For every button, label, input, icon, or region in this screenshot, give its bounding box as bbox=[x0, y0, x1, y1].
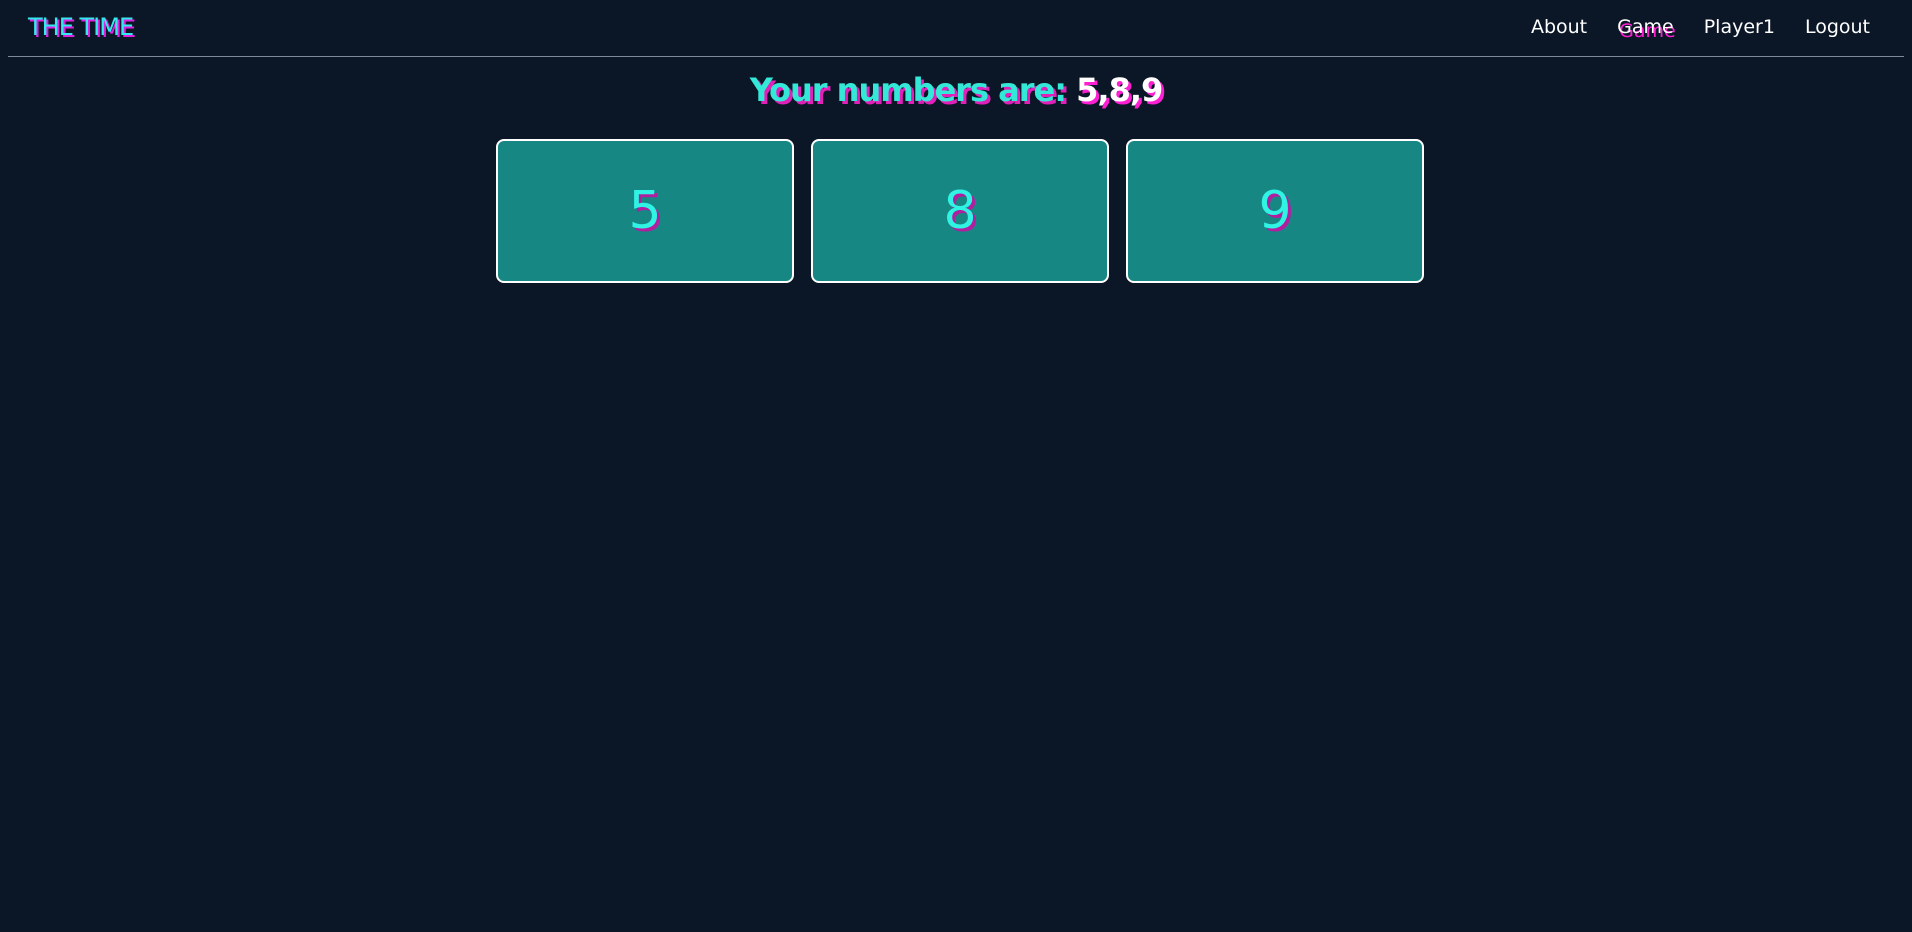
nav-link-game[interactable]: Game bbox=[1617, 16, 1674, 38]
number-cards: 5 8 9 bbox=[496, 139, 1424, 283]
number-card-value: 9 bbox=[1258, 181, 1292, 241]
nav-links: About Game Player1 Logout bbox=[1531, 16, 1870, 38]
number-card[interactable]: 9 bbox=[1126, 139, 1424, 283]
navbar: THE TIME About Game Player1 Logout bbox=[8, 0, 1904, 57]
brand-logo[interactable]: THE TIME bbox=[28, 13, 134, 41]
number-card[interactable]: 8 bbox=[811, 139, 1109, 283]
heading-numbers: 5,8,9 bbox=[1076, 71, 1163, 109]
nav-link-logout[interactable]: Logout bbox=[1805, 16, 1870, 38]
page-title: Your numbers are: 5,8,9 bbox=[0, 71, 1912, 109]
number-card[interactable]: 5 bbox=[496, 139, 794, 283]
heading-label: Your numbers are: bbox=[749, 71, 1067, 109]
nav-link-player[interactable]: Player1 bbox=[1704, 16, 1775, 38]
nav-link-about[interactable]: About bbox=[1531, 16, 1587, 38]
number-card-value: 8 bbox=[943, 181, 977, 241]
number-card-value: 5 bbox=[628, 181, 662, 241]
